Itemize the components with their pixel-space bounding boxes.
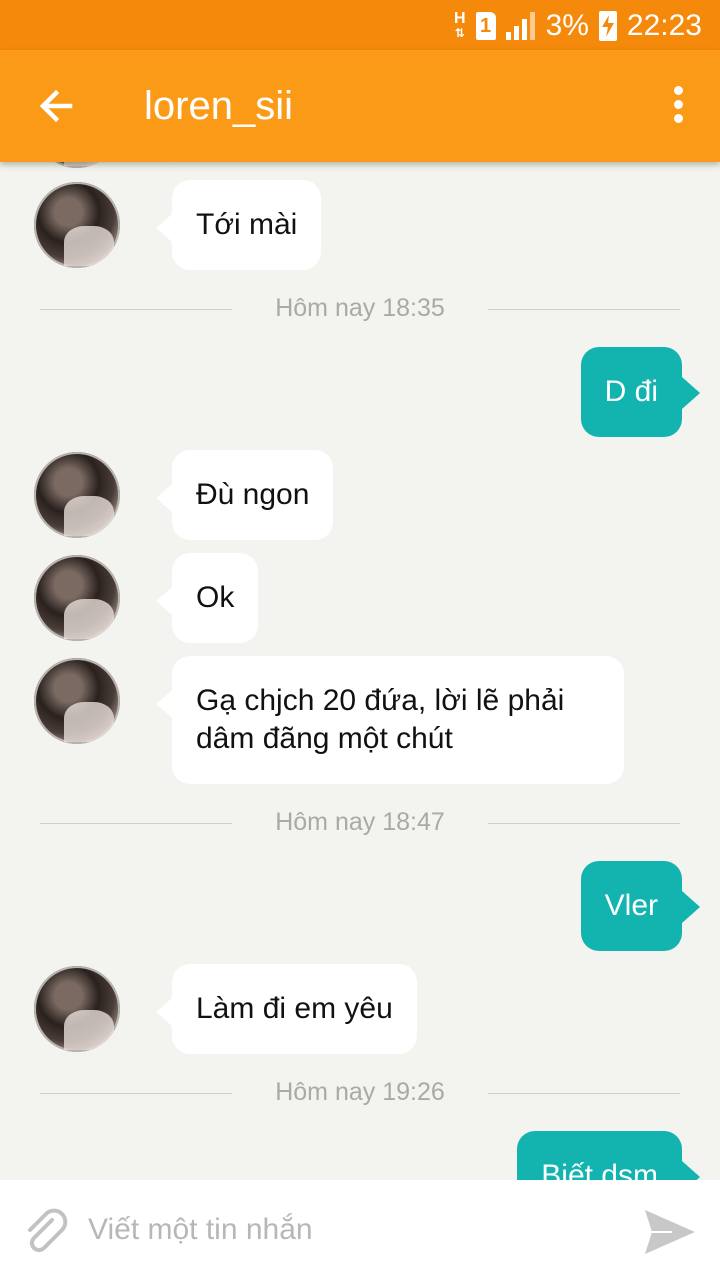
app-bar: loren_sii <box>0 50 720 162</box>
contact-avatar[interactable] <box>34 966 120 1052</box>
network-type-label: H <box>454 10 466 27</box>
timestamp-text: Hôm nay 19:26 <box>275 1078 445 1106</box>
battery-percent: 3% <box>545 9 589 42</box>
message-text: D đi <box>604 375 658 408</box>
more-vert-icon <box>666 86 690 123</box>
message-bubble-incoming[interactable]: Ok <box>155 553 259 643</box>
message-bubble-incoming[interactable]: Tới mài <box>155 180 322 270</box>
network-type-icon: H ⇅ <box>454 10 466 41</box>
conversation-title: loren_sii <box>144 84 293 128</box>
message-composer <box>0 1180 720 1280</box>
send-icon <box>645 1210 695 1254</box>
message-bubble-incoming[interactable]: Gạ chjch 20 đứa, lời lẽ phải dâm đãng mộ… <box>156 656 624 784</box>
message-bubble-outgoing[interactable]: Biết dsm <box>517 1131 700 1180</box>
more-options-button[interactable] <box>666 86 690 126</box>
contact-avatar[interactable] <box>34 162 120 168</box>
contact-avatar[interactable] <box>34 452 120 538</box>
timestamp-text: Hôm nay 18:47 <box>275 808 445 836</box>
message-text: Biết dsm <box>541 1159 658 1180</box>
sim-icon: 1 <box>475 12 496 40</box>
message-text: Làm đi em yêu <box>196 992 393 1025</box>
message-list[interactable]: Tới mài Hôm nay 18:35 D đi Đù ngon Ok Gạ… <box>0 162 720 1180</box>
timestamp-divider: Hôm nay 19:26 <box>40 1074 680 1114</box>
message-text: Đù ngon <box>196 478 310 511</box>
message-input[interactable] <box>88 1208 608 1252</box>
message-bubble-incoming[interactable]: Đù ngon <box>155 450 334 540</box>
timestamp-divider: Hôm nay 18:47 <box>40 804 680 844</box>
message-text: Ok <box>196 581 235 614</box>
send-button[interactable] <box>642 1204 698 1260</box>
attach-button[interactable] <box>20 1206 72 1258</box>
message-bubble-outgoing[interactable]: D đi <box>580 347 701 437</box>
clock: 22:23 <box>626 9 702 42</box>
message-text: Tới mài <box>196 208 298 241</box>
contact-avatar[interactable] <box>34 555 120 641</box>
status-icons: H ⇅ 1 3% 22:23 <box>444 6 702 46</box>
timestamp-text: Hôm nay 18:35 <box>275 294 445 322</box>
contact-avatar[interactable] <box>34 658 120 744</box>
signal-icon <box>505 12 535 40</box>
message-bubble-outgoing[interactable]: Vler <box>580 861 701 951</box>
message-text: Vler <box>604 889 658 922</box>
timestamp-divider: Hôm nay 18:35 <box>40 290 680 330</box>
message-bubble-incoming[interactable]: Làm đi em yêu <box>156 964 417 1054</box>
contact-avatar[interactable] <box>34 182 120 268</box>
back-button[interactable] <box>30 80 82 132</box>
paperclip-icon <box>28 1208 68 1253</box>
status-bar: H ⇅ 1 3% 22:23 <box>0 0 720 50</box>
message-text: Gạ chjch 20 đứa, lời lẽ phải dâm đãng mộ… <box>196 684 565 755</box>
arrow-back-icon <box>39 89 73 123</box>
battery-charging-icon <box>598 11 617 41</box>
